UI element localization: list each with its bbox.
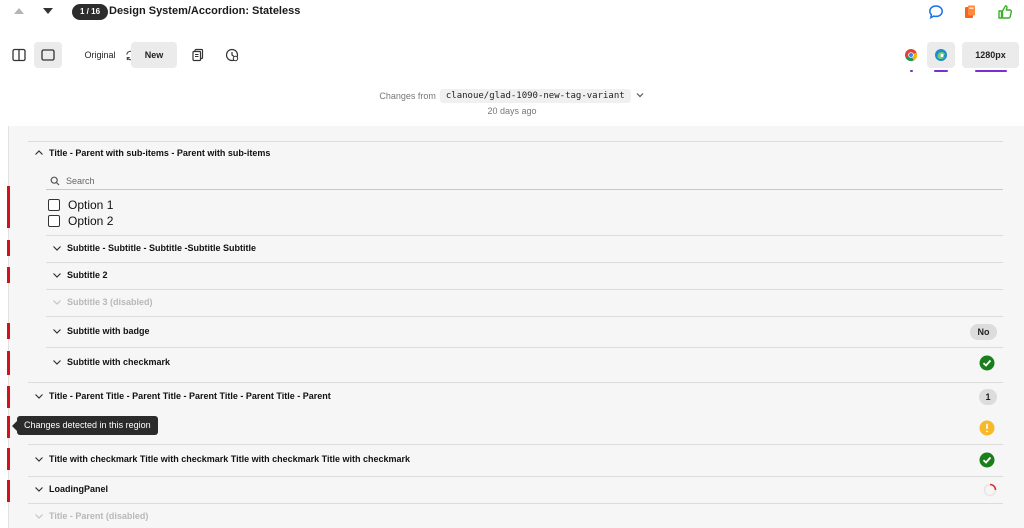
accordion-subitem-2[interactable]: Subtitle 2 <box>52 270 108 280</box>
divider <box>46 235 1003 236</box>
option-checkbox-1[interactable]: Option 1 <box>48 198 113 212</box>
count-badge: 1 <box>979 389 997 405</box>
baseline-branch[interactable]: clanoue/glad-1090-new-tag-variant <box>439 89 631 103</box>
accordion-title: Title - Parent with sub-items - Parent w… <box>49 148 271 158</box>
accordion-parent-5[interactable]: LoadingPanel <box>34 484 108 494</box>
checkmark-icon <box>979 355 995 371</box>
chevron-down-icon <box>34 454 44 464</box>
change-marker[interactable] <box>7 186 10 228</box>
change-marker[interactable] <box>7 267 10 283</box>
checkbox[interactable] <box>48 199 60 211</box>
option-checkbox-2[interactable]: Option 2 <box>48 214 113 228</box>
checkmark-icon <box>979 452 995 468</box>
diff-toolbar: Original New 1280px <box>0 40 1024 72</box>
accordion-subitem-3-disabled: Subtitle 3 (disabled) <box>52 297 153 307</box>
accordion-parent-6-disabled: Title - Parent (disabled) <box>34 511 148 521</box>
edge-icon[interactable] <box>927 42 955 68</box>
chevron-down-icon <box>34 511 44 521</box>
divider <box>28 476 1003 477</box>
chevron-down-icon <box>34 391 44 401</box>
subtitle-label: Subtitle with badge <box>67 326 150 336</box>
chevron-down-icon <box>52 297 62 307</box>
subtitle-label: Subtitle with checkmark <box>67 357 171 367</box>
search-input[interactable]: Search <box>46 172 1003 190</box>
comment-icon[interactable] <box>928 4 944 20</box>
change-tooltip: Changes detected in this region <box>12 416 158 435</box>
change-marker[interactable] <box>7 480 10 502</box>
split-view-icon[interactable] <box>9 42 29 68</box>
chevron-down-icon[interactable] <box>635 90 645 102</box>
divider <box>46 316 1003 317</box>
chevron-down-icon <box>52 326 62 336</box>
accordion-subitem-1[interactable]: Subtitle - Subtitle - Subtitle -Subtitle… <box>52 243 256 253</box>
chevron-down-icon <box>52 270 62 280</box>
accordion-title: LoadingPanel <box>49 484 109 494</box>
baseline-age: 20 days ago <box>487 106 537 116</box>
change-marker[interactable] <box>7 386 10 408</box>
chevron-up-icon <box>34 148 44 158</box>
thumbs-up-icon[interactable] <box>997 4 1013 20</box>
divider <box>28 382 1003 383</box>
divider <box>28 503 1003 504</box>
divider <box>46 262 1003 263</box>
original-toggle[interactable]: Original <box>80 42 120 68</box>
subtitle-label: Subtitle - Subtitle - Subtitle -Subtitle… <box>67 243 256 253</box>
accordion-parent-2[interactable]: Title - Parent Title - Parent Title - Pa… <box>34 391 331 401</box>
accordion-title: Title - Parent (disabled) <box>49 511 149 521</box>
changes-info: Changes from clanoue/glad-1090-new-tag-v… <box>0 89 1024 116</box>
change-marker[interactable] <box>7 351 10 375</box>
divider <box>46 347 1003 348</box>
option-label: Option 2 <box>68 214 114 228</box>
accordion-parent-4[interactable]: Title with checkmark Title with checkmar… <box>34 454 410 464</box>
new-toggle[interactable]: New <box>131 42 177 68</box>
chevron-down-icon <box>52 357 62 367</box>
accordion-title: Title with checkmark Title with checkmar… <box>49 454 410 464</box>
divider <box>28 141 1003 142</box>
change-marker[interactable] <box>7 448 10 470</box>
divider <box>46 289 1003 290</box>
book-icon[interactable] <box>962 4 978 20</box>
change-marker[interactable] <box>7 323 10 339</box>
search-icon <box>50 176 60 186</box>
chevron-down-icon <box>34 484 44 494</box>
edge-active-indicator <box>934 70 948 72</box>
story-header: 1 / 16 Design System/Accordion: Stateles… <box>0 0 1024 24</box>
accordion-subitem-5[interactable]: Subtitle with checkmark <box>52 357 170 367</box>
divider <box>28 444 1003 445</box>
next-story-icon[interactable] <box>42 6 54 16</box>
accordion-subitem-4[interactable]: Subtitle with badge <box>52 326 150 336</box>
option-label: Option 1 <box>68 198 114 212</box>
search-placeholder: Search <box>66 175 95 186</box>
warning-icon <box>979 420 995 436</box>
accordion-title: Title - Parent Title - Parent Title - Pa… <box>49 391 331 401</box>
previous-story-icon[interactable] <box>13 6 25 16</box>
chrome-icon[interactable] <box>902 42 920 68</box>
change-marker[interactable] <box>7 416 10 438</box>
subtitle-label: Subtitle 2 <box>67 270 108 280</box>
checkbox[interactable] <box>48 215 60 227</box>
subtitle-label: Subtitle 3 (disabled) <box>67 297 153 307</box>
change-marker[interactable] <box>7 240 10 256</box>
accordion-parent-1[interactable]: Title - Parent with sub-items - Parent w… <box>34 148 270 158</box>
changes-prefix: Changes from <box>379 91 436 101</box>
chrome-status-indicator <box>910 70 913 72</box>
copy-icon[interactable] <box>190 42 206 68</box>
history-icon[interactable] <box>223 42 241 68</box>
single-view-icon[interactable] <box>34 42 62 68</box>
loading-spinner-icon <box>983 483 997 497</box>
story-title: Design System/Accordion: Stateless <box>109 5 301 17</box>
chevron-down-icon <box>52 243 62 253</box>
viewport-size-button[interactable]: 1280px <box>962 42 1019 68</box>
viewport-active-indicator <box>975 70 1007 72</box>
status-badge: No <box>970 324 997 340</box>
story-counter: 1 / 16 <box>72 4 109 20</box>
